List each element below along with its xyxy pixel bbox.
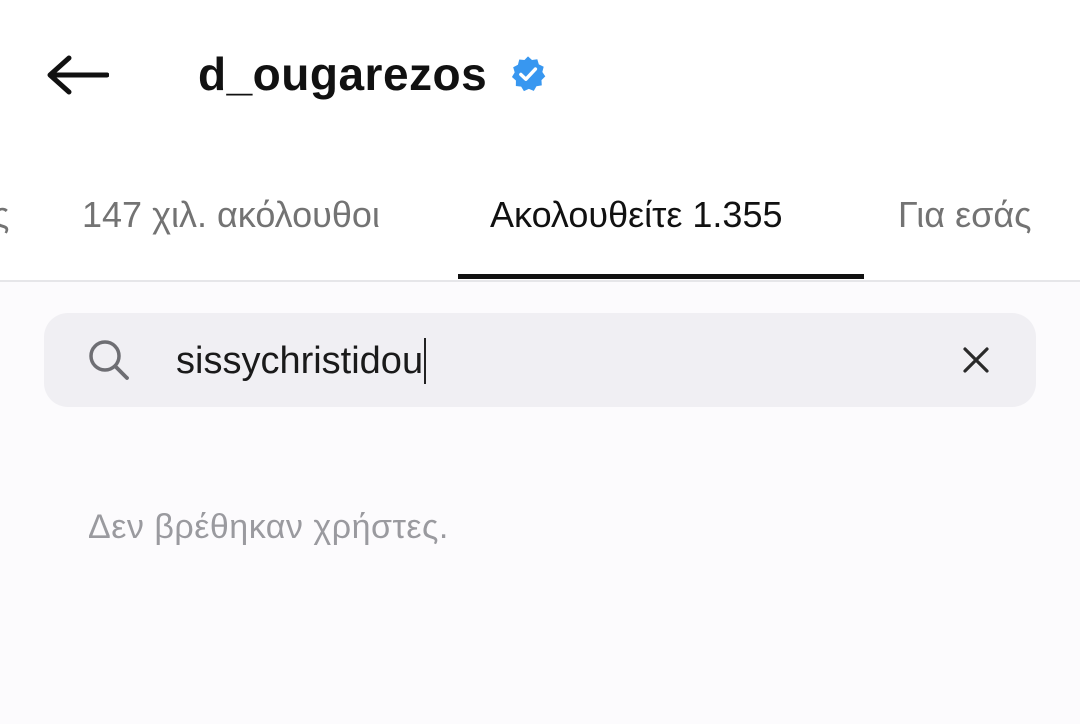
search-input-text: sissychristidou xyxy=(176,339,424,382)
verified-badge-icon xyxy=(509,55,547,93)
search-input[interactable]: sissychristidou xyxy=(176,338,427,384)
clear-search-button[interactable] xyxy=(956,340,996,380)
active-tab-indicator xyxy=(458,274,864,279)
arrow-left-icon xyxy=(47,55,109,95)
tabs-divider xyxy=(0,280,1080,282)
top-app-bar: d_ougarezos xyxy=(0,0,1080,150)
profile-title-group: d_ougarezos xyxy=(198,42,547,106)
search-icon xyxy=(89,340,129,380)
back-button[interactable] xyxy=(40,44,114,106)
profile-tabs: ς 147 χιλ. ακόλουθοι Ακολουθείτε 1.355 Γ… xyxy=(0,150,1080,280)
search-field[interactable]: sissychristidou xyxy=(44,313,1036,407)
tab-partial[interactable]: ς xyxy=(0,194,9,236)
profile-username: d_ougarezos xyxy=(198,48,488,100)
no-results-message: Δεν βρέθηκαν χρήστες. xyxy=(88,508,449,546)
tab-for-you[interactable]: Για εσάς xyxy=(898,194,1032,236)
tab-followers[interactable]: 147 χιλ. ακόλουθοι xyxy=(82,194,380,236)
close-icon xyxy=(963,347,989,373)
text-cursor xyxy=(424,338,427,384)
tab-following[interactable]: Ακολουθείτε 1.355 xyxy=(490,194,783,236)
